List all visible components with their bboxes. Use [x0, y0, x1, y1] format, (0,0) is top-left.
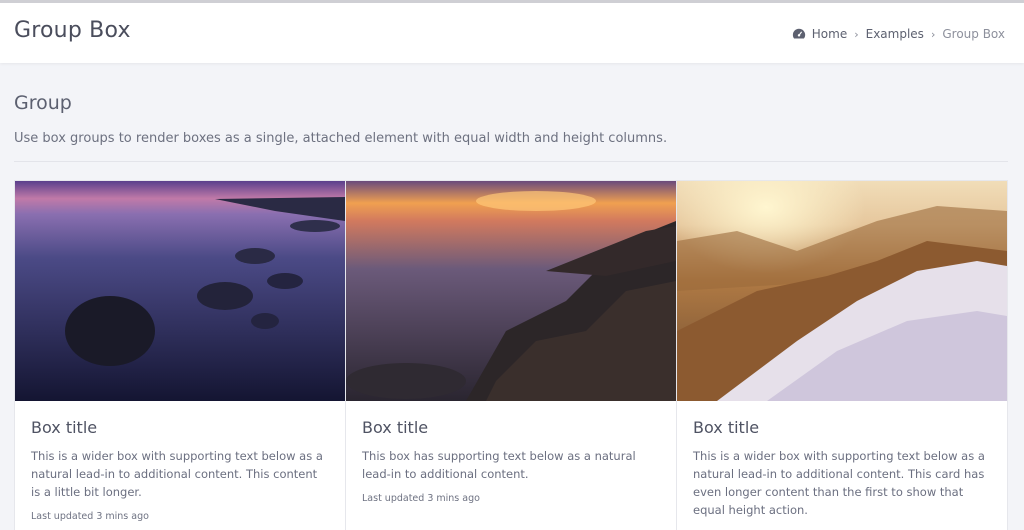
breadcrumb: Home › Examples › Group Box: [792, 27, 1005, 41]
box-text: This box has supporting text below as a …: [362, 449, 636, 481]
box-title: Box title: [31, 418, 98, 437]
breadcrumb-current: Group Box: [942, 27, 1005, 41]
box-text: This is a wider box with supporting text…: [693, 449, 985, 517]
section-title: Group: [14, 92, 72, 114]
box-meta: Last updated 3 mins ago: [31, 511, 149, 522]
snowy-mountain-image: [677, 181, 1007, 401]
page-header: Group Box Home › Examples › Group Box: [0, 0, 1024, 63]
box-card: Box title This is a wider box with suppo…: [15, 181, 345, 530]
box-title: Box title: [693, 418, 760, 437]
box-text: This is a wider box with supporting text…: [31, 449, 323, 499]
dashboard-icon: [792, 28, 805, 39]
page-title: Group Box: [14, 18, 131, 43]
chevron-right-icon: ›: [930, 27, 936, 41]
box-card: Box title This is a wider box with suppo…: [676, 181, 1007, 530]
box-group: Box title This is a wider box with suppo…: [14, 180, 1008, 530]
box-card: Box title This box has supporting text b…: [345, 181, 676, 530]
breadcrumb-examples-link[interactable]: Examples: [866, 27, 924, 41]
chevron-right-icon: ›: [854, 27, 859, 41]
seascape-sunset-image: [346, 181, 676, 401]
box-title: Box title: [362, 418, 429, 437]
section-description: Use box groups to render boxes as a sing…: [14, 131, 668, 146]
box-meta: Last updated 3 mins ago: [362, 493, 480, 504]
divider: [14, 161, 1008, 162]
seascape-night-image: [15, 181, 345, 401]
breadcrumb-home-link[interactable]: Home: [812, 27, 847, 41]
